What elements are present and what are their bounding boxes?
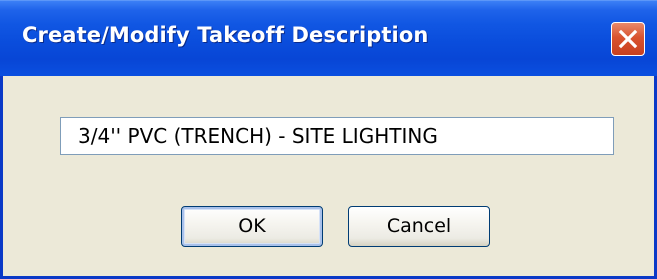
ok-button[interactable]: OK (181, 206, 323, 247)
close-button[interactable] (611, 22, 645, 56)
ok-button-label: OK (238, 215, 266, 237)
dialog-title: Create/Modify Takeoff Description (22, 23, 429, 47)
title-bar[interactable]: Create/Modify Takeoff Description (0, 0, 657, 76)
dialog-window: Create/Modify Takeoff Description OK Can… (0, 0, 657, 279)
cancel-button[interactable]: Cancel (348, 206, 490, 247)
close-x-icon (618, 29, 638, 49)
takeoff-description-input[interactable] (60, 117, 614, 155)
dialog-body: OK Cancel (3, 76, 654, 276)
cancel-button-label: Cancel (386, 215, 452, 237)
